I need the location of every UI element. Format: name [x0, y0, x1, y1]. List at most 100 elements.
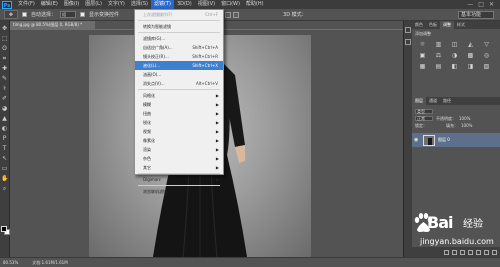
opacity-value[interactable]: 100%: [459, 116, 470, 121]
marquee-tool-icon[interactable]: ⬚: [1, 35, 8, 42]
quick-select-tool-icon[interactable]: ⌗: [1, 55, 8, 62]
submenu-arrow-icon: ▶: [215, 129, 219, 134]
eraser-tool-icon[interactable]: ◐: [1, 125, 8, 132]
filter-menu-item-label: 像素化: [143, 138, 155, 143]
hand-tool-icon[interactable]: ⌕: [1, 185, 8, 192]
eyedropper-tool-icon[interactable]: ✎: [1, 75, 8, 82]
document-tab[interactable]: timg.jpg @ 80.5%(图层 0, RGB/8) *: [10, 21, 95, 29]
filter-menu-item[interactable]: Digimarc ▶: [135, 175, 223, 184]
filter-menu-item[interactable]: 杂色 ▶: [135, 154, 223, 163]
move-tool-preset-icon[interactable]: ✥: [4, 10, 18, 19]
layer-row[interactable]: ◉ 图层 0: [412, 133, 500, 147]
adjustment-1-icon[interactable]: ▥: [434, 41, 443, 48]
type-tool-icon[interactable]: ↖: [1, 155, 8, 162]
filter-menu-item[interactable]: 渲染 ▶: [135, 145, 223, 154]
align-right-icon[interactable]: [233, 11, 240, 18]
maximize-icon[interactable]: □: [478, 1, 484, 8]
menu-item-6[interactable]: 滤镜(T): [150, 0, 174, 9]
healing-tool-icon[interactable]: ⚕: [1, 85, 8, 92]
close-icon[interactable]: ✕: [489, 1, 494, 8]
filter-menu-item[interactable]: 滤镜库(G)...: [135, 34, 223, 43]
adjustment-0-icon[interactable]: ☼: [418, 41, 427, 48]
show-transform-checkbox[interactable]: [80, 12, 86, 17]
adjust-panel-tab-0[interactable]: 颜色: [412, 21, 426, 29]
menu-item-1[interactable]: 编辑(E): [38, 0, 61, 9]
layer-name[interactable]: 图层 0: [438, 137, 450, 143]
layers-panel-tab-0[interactable]: 图层: [412, 97, 426, 105]
adjustment-3-icon[interactable]: ◭: [466, 41, 475, 48]
menu-item-3[interactable]: 图层(L): [82, 0, 105, 9]
adjust-panel-tab-1[interactable]: 色板: [426, 21, 440, 29]
adjustment-13-icon[interactable]: ◨: [466, 63, 475, 70]
menu-item-8[interactable]: 视图(V): [195, 0, 218, 9]
adjustment-14-icon[interactable]: ▨: [482, 63, 491, 70]
filter-menu-item[interactable]: 模糊 ▶: [135, 100, 223, 109]
layer-kind-filter[interactable]: 类型: [415, 109, 433, 114]
menu-item-10[interactable]: 帮助(H): [243, 0, 267, 9]
layers-panel-tab-1[interactable]: 通道: [426, 97, 440, 105]
adjustment-4-icon[interactable]: ▽: [482, 41, 491, 48]
history-icon[interactable]: [405, 27, 411, 33]
adjustment-icons-grid: ☼ ▥ ◫ ◭ ▽ ▣ ⚖ ◑ ▩ ◎ ▦ ▤ ◧ ◨ ▨: [412, 39, 500, 72]
menu-item-5[interactable]: 选择(S): [128, 0, 151, 9]
adjustment-9-icon[interactable]: ◎: [482, 52, 491, 59]
workspace-switcher[interactable]: 基本功能: [458, 10, 494, 19]
visibility-eye-icon[interactable]: ◉: [414, 137, 420, 143]
filter-menu-item[interactable]: 消失点(V)... Alt+Ctrl+V: [135, 79, 223, 88]
filter-menu-item[interactable]: 扭曲 ▶: [135, 109, 223, 118]
filter-menu-item[interactable]: 浏览联机滤镜...: [135, 187, 223, 196]
filter-menu-item[interactable]: 转换为智能滤镜: [135, 22, 223, 31]
align-center-icon[interactable]: [225, 11, 232, 18]
filter-menu-item[interactable]: 油画(O)...: [135, 70, 223, 79]
adjustment-11-icon[interactable]: ▤: [434, 63, 443, 70]
adjustment-6-icon[interactable]: ⚖: [434, 52, 443, 59]
properties-icon[interactable]: [405, 39, 411, 45]
foreground-color-swatch[interactable]: [1, 226, 7, 232]
filter-menu-item[interactable]: 自适应广角(A)... Shift+Ctrl+A: [135, 43, 223, 52]
clone-stamp-tool-icon[interactable]: ◕: [1, 105, 8, 112]
layers-panel-tab-2[interactable]: 路径: [440, 97, 454, 105]
adjustment-10-icon[interactable]: ▦: [418, 63, 427, 70]
adjust-panel-tab-2[interactable]: 调整: [440, 21, 454, 29]
gradient-tool-icon[interactable]: P: [1, 135, 8, 142]
zoom-level[interactable]: 80.53%: [3, 260, 18, 265]
filter-menu-item[interactable]: 像素化 ▶: [135, 136, 223, 145]
filter-menu-item[interactable]: 镜头校正(R)... Shift+Ctrl+R: [135, 52, 223, 61]
adjustment-12-icon[interactable]: ◧: [450, 63, 459, 70]
fill-value[interactable]: 100%: [461, 123, 472, 128]
menu-item-0[interactable]: 文件(F): [15, 0, 38, 9]
minimize-icon[interactable]: —: [467, 1, 473, 8]
adjustment-5-icon[interactable]: ▣: [418, 52, 427, 59]
filter-menu-item[interactable]: 风格化 ▶: [135, 91, 223, 100]
filter-menu-item-label: 模糊: [143, 102, 151, 107]
filter-menu-item[interactable]: 锐化 ▶: [135, 118, 223, 127]
move-tool-icon[interactable]: ✥: [1, 25, 8, 32]
menu-item-2[interactable]: 图像(I): [61, 0, 82, 9]
filter-menu-item[interactable]: 其它 ▶: [135, 163, 223, 172]
menu-item-4[interactable]: 文字(Y): [105, 0, 128, 9]
lasso-tool-icon[interactable]: ʘ: [1, 45, 8, 52]
pen-tool-icon[interactable]: T: [1, 145, 8, 152]
adjustment-8-icon[interactable]: ▩: [466, 52, 475, 59]
brush-tool-icon[interactable]: ✐: [1, 95, 8, 102]
auto-select-dropdown[interactable]: 组: [60, 11, 77, 18]
submenu-arrow-icon: ▶: [215, 177, 219, 182]
shape-tool-icon[interactable]: ✋: [1, 175, 8, 182]
blend-mode-select[interactable]: 正常: [415, 116, 433, 121]
adjustment-7-icon[interactable]: ◑: [450, 52, 459, 59]
auto-select-checkbox[interactable]: [22, 12, 27, 17]
menu-item-9[interactable]: 窗口(W): [218, 0, 243, 9]
crop-tool-icon[interactable]: ✚: [1, 65, 8, 72]
filter-menu-item[interactable]: 视频 ▶: [135, 127, 223, 136]
history-brush-tool-icon[interactable]: ▲: [1, 115, 8, 122]
submenu-arrow-icon: ▶: [215, 165, 219, 170]
menu-item-7[interactable]: 3D(D): [174, 0, 195, 9]
filter-menu-shortcut: Alt+Ctrl+V: [196, 81, 218, 86]
path-select-tool-icon[interactable]: ▭: [1, 165, 8, 172]
adjustments-title: 添加调整: [415, 31, 431, 36]
adjustment-2-icon[interactable]: ◫: [450, 41, 459, 48]
filter-menu-item[interactable]: 液化(L)... Shift+Ctrl+X: [135, 61, 223, 70]
adjust-panel-tab-3[interactable]: 样式: [454, 21, 468, 29]
filter-menu-item-label: 风格化: [143, 93, 155, 98]
filter-menu-item-label: 渲染: [143, 147, 151, 152]
